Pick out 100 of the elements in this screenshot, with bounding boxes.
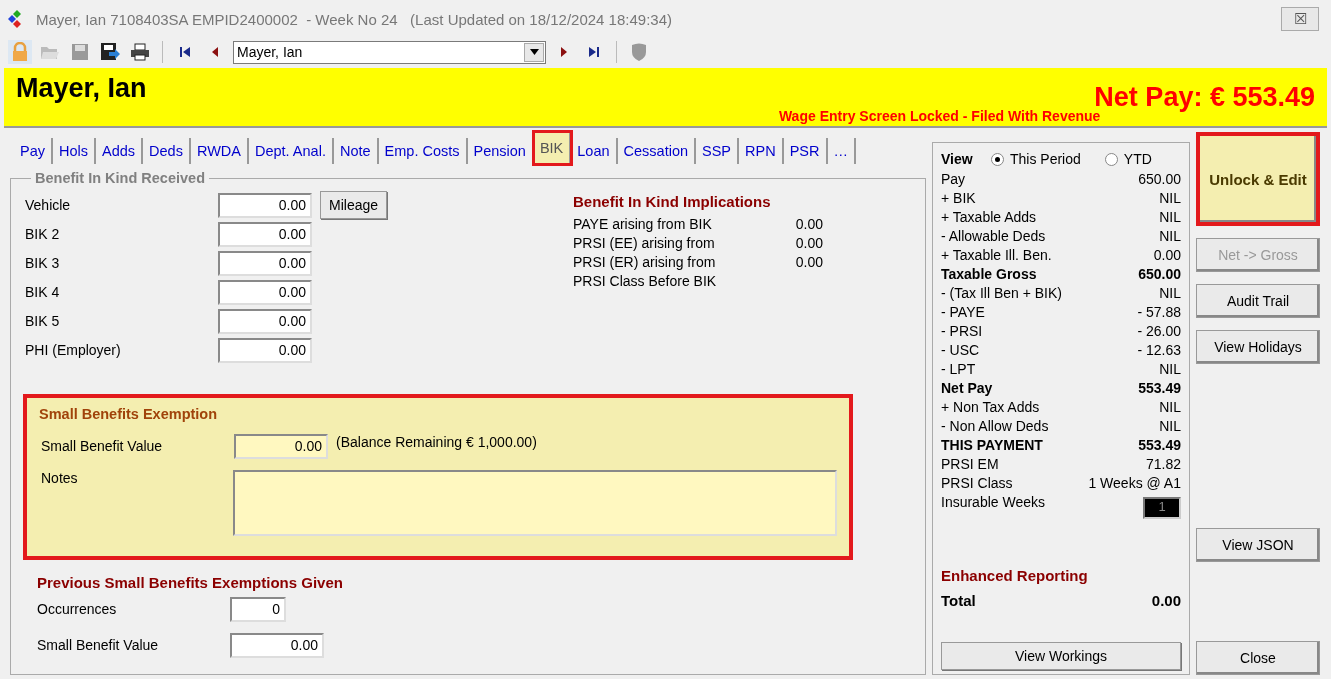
implication-value: 0.00 (794, 254, 823, 272)
section-title: Enhanced Reporting (941, 567, 1089, 584)
radio-label[interactable]: This Period (1010, 151, 1081, 167)
summary-label: + Taxable Ill. Ben. (941, 246, 1052, 263)
summary-label: - Allowable Deds (941, 227, 1046, 244)
tab[interactable]: Hols (53, 138, 96, 164)
print-icon[interactable] (128, 40, 152, 64)
summary-value: 553.49 (1138, 436, 1181, 453)
summary-value: NIL (1159, 208, 1181, 225)
amount-field[interactable]: 0.00 (218, 279, 312, 305)
tab[interactable]: Deds (143, 138, 191, 164)
employee-name: Mayer, Ian (16, 72, 148, 104)
summary-label: Taxable Gross (941, 265, 1037, 282)
amount-field[interactable]: 0.00 (218, 308, 312, 334)
amount-field[interactable]: 0.00 (218, 250, 312, 276)
implication-label: PRSI (EE) arising from (573, 235, 716, 253)
implication-label: PRSI (ER) arising from (573, 254, 717, 272)
group-title: Benefit In Kind Received (31, 170, 209, 186)
balance-remaining: (Balance Remaining € 1,000.00) (336, 434, 537, 450)
summary-label: + BIK (941, 189, 976, 206)
dropdown-caret-icon[interactable] (524, 42, 544, 62)
summary-label: PRSI EM (941, 455, 999, 472)
tab[interactable]: Emp. Costs (378, 138, 468, 164)
summary-label: THIS PAYMENT (941, 436, 1043, 453)
field-label: Notes (40, 470, 79, 486)
implication-label: PAYE arising from BIK (573, 216, 713, 234)
tab[interactable]: RPN (739, 138, 784, 164)
summary-value: - 26.00 (1137, 322, 1181, 339)
summary-value: 553.49 (1138, 379, 1181, 396)
implication-value: 0.00 (794, 216, 823, 234)
total-label: Total (941, 592, 976, 609)
summary-label: PRSI Class (941, 474, 1013, 491)
summary-label: - PAYE (941, 303, 985, 320)
summary-label: Pay (941, 170, 966, 187)
tab[interactable]: SSP (696, 138, 740, 164)
summary-value: NIL (1159, 284, 1181, 301)
field-label: PHI (Employer) (24, 342, 122, 358)
summary-label: Insurable Weeks (941, 493, 1045, 510)
field-label: BIK 3 (24, 255, 61, 271)
field-label: Small Benefit Value (40, 438, 164, 454)
notes-field[interactable] (232, 470, 837, 536)
summary-label: - LPT (941, 360, 976, 377)
total-value: 0.00 (1151, 592, 1181, 609)
summary-value: NIL (1159, 189, 1181, 206)
action-button[interactable]: Audit Trail (1196, 284, 1320, 318)
view-json-button[interactable]: View JSON (1196, 528, 1320, 562)
summary-value: 650.00 (1138, 170, 1181, 187)
section-title: Previous Small Benefits Exemptions Given (36, 574, 344, 591)
tab[interactable]: Loan (571, 138, 618, 164)
amount-field[interactable]: 0 (230, 596, 286, 622)
field-label: Occurrences (36, 601, 118, 617)
summary-value: NIL (1159, 417, 1181, 434)
mileage-button[interactable]: Mileage (320, 191, 388, 219)
summary-label: - Non Allow Deds (941, 417, 1049, 434)
field-label: BIK 2 (24, 226, 61, 242)
tab[interactable]: RWDA (190, 138, 249, 164)
section-title: Benefit In Kind Implications (573, 193, 772, 210)
employee-dropdown[interactable]: Mayer, Ian (233, 40, 546, 64)
window-title: Mayer, Ian 7108403SA EMPID2400002 - Week No 24 (Last Updated on 18/12/2024 18:49:34) (36, 10, 673, 28)
summary-value: NIL (1159, 227, 1181, 244)
summary-label: + Taxable Adds (941, 208, 1037, 225)
section-title: Small Benefits Exemption (39, 406, 219, 422)
view-workings-button[interactable]: View Workings (941, 642, 1181, 670)
radio-button[interactable] (991, 152, 1004, 166)
tab[interactable]: BIK (533, 132, 572, 164)
implication-label: PRSI Class Before BIK (573, 273, 718, 291)
amount-field[interactable]: 0.00 (218, 337, 312, 363)
field-label: BIK 4 (24, 284, 61, 300)
amount-field[interactable]: 0.00 (218, 221, 312, 247)
field-label: Vehicle (24, 197, 72, 213)
summary-value: 0.00 (1153, 246, 1181, 263)
tab[interactable]: PSR (783, 138, 828, 164)
tab[interactable]: Cessation (617, 138, 697, 164)
close-button[interactable]: ☒ (1281, 7, 1319, 31)
summary-label: + Non Tax Adds (941, 398, 1040, 415)
summary-value: 650.00 (1138, 265, 1181, 282)
view-label: View (941, 151, 974, 167)
summary-label: Net Pay (941, 379, 993, 396)
summary-value: 71.82 (1145, 455, 1181, 472)
action-button[interactable]: Unlock & Edit (1196, 132, 1320, 226)
summary-value: NIL (1159, 398, 1181, 415)
tab[interactable]: Dept. Anal. (249, 138, 334, 164)
action-button[interactable]: View Holidays (1196, 330, 1320, 364)
tab[interactable]: Pay (14, 138, 53, 164)
amount-field[interactable]: 0.00 (230, 632, 324, 658)
field-label: Small Benefit Value (36, 637, 160, 653)
tab[interactable]: … (827, 138, 856, 164)
amount-field[interactable]: 0.00 (234, 433, 328, 459)
summary-label: - PRSI (941, 322, 983, 339)
insurable-weeks-field: 1 (1143, 496, 1181, 519)
tab[interactable]: Adds (96, 138, 144, 164)
close-window-button[interactable]: Close (1196, 641, 1320, 675)
amount-field[interactable]: 0.00 (218, 192, 312, 218)
summary-value: - 12.63 (1137, 341, 1181, 358)
radio-label[interactable]: YTD (1123, 151, 1152, 167)
summary-value: - 57.88 (1137, 303, 1181, 320)
radio-button[interactable] (1104, 152, 1118, 166)
summary-value: 1 Weeks @ A1 (1088, 474, 1181, 491)
tab[interactable]: Note (333, 138, 379, 164)
field-label: BIK 5 (24, 313, 61, 329)
